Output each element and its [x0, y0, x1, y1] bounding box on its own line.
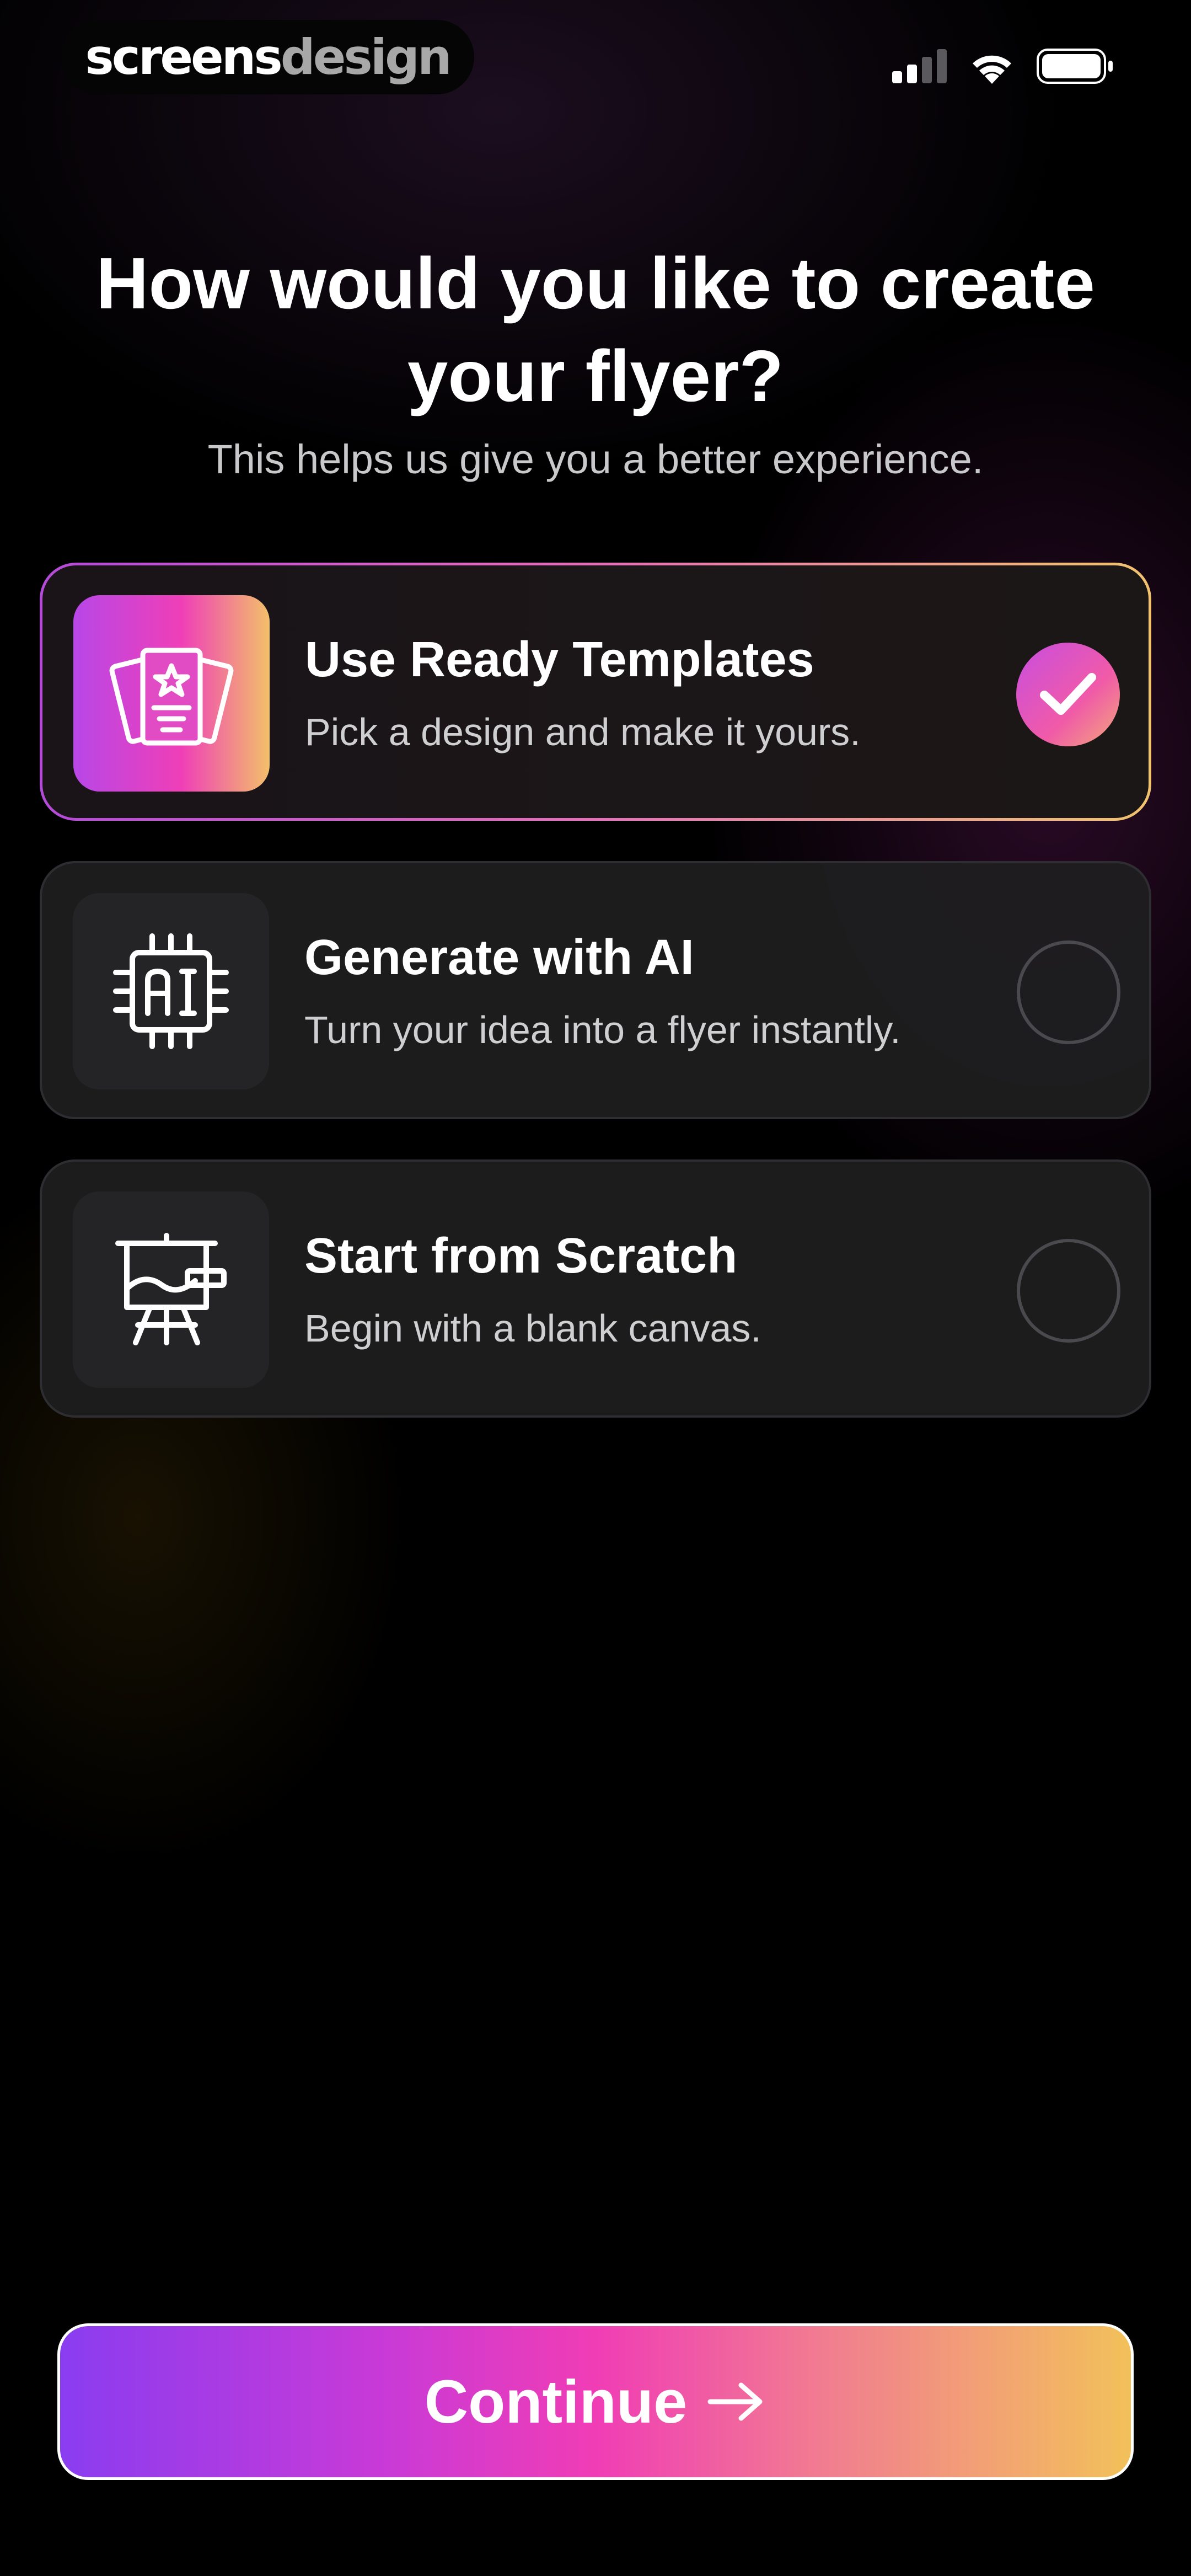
screensdesign-logo: screens design [61, 20, 474, 94]
continue-button[interactable]: Continue [57, 2323, 1134, 2480]
option-card-start-scratch[interactable]: Start from Scratch Begin with a blank ca… [40, 1159, 1151, 1418]
option-radio-unchecked[interactable] [1017, 940, 1120, 1044]
logo-primary-text: screens [85, 29, 282, 85]
option-icon-container [73, 893, 269, 1089]
option-description: Pick a design and make it yours. [305, 710, 861, 753]
continue-button-label: Continue [424, 2367, 688, 2436]
easel-canvas-icon [115, 1233, 227, 1345]
logo-secondary-text: design [280, 29, 452, 85]
templates-icon [109, 648, 234, 746]
option-card-generate-ai[interactable]: Generate with AI Turn your idea into a f… [40, 861, 1151, 1119]
ai-chip-icon [113, 933, 229, 1049]
page-subtitle: This helps us give you a better experien… [207, 436, 984, 482]
status-icons [892, 49, 1114, 84]
page-title: How would you like to create your flyer? [96, 243, 1095, 416]
cellular-signal-icon [892, 49, 947, 83]
option-card-ready-templates[interactable]: Use Ready Templates Pick a design and ma… [40, 563, 1151, 821]
option-icon-container [73, 595, 270, 792]
arrow-right-icon [707, 2382, 763, 2421]
option-title: Start from Scratch [304, 1228, 738, 1284]
option-radio-checked[interactable] [1016, 643, 1120, 746]
option-description: Turn your idea into a flyer instantly. [304, 1008, 901, 1051]
option-description: Begin with a blank canvas. [304, 1307, 761, 1350]
option-icon-container [73, 1191, 269, 1388]
checkmark-icon [1040, 673, 1096, 715]
battery-icon [1037, 49, 1113, 84]
option-radio-unchecked[interactable] [1017, 1239, 1120, 1343]
wifi-icon [973, 55, 1011, 84]
option-title: Use Ready Templates [305, 632, 814, 687]
option-title: Generate with AI [304, 930, 694, 985]
